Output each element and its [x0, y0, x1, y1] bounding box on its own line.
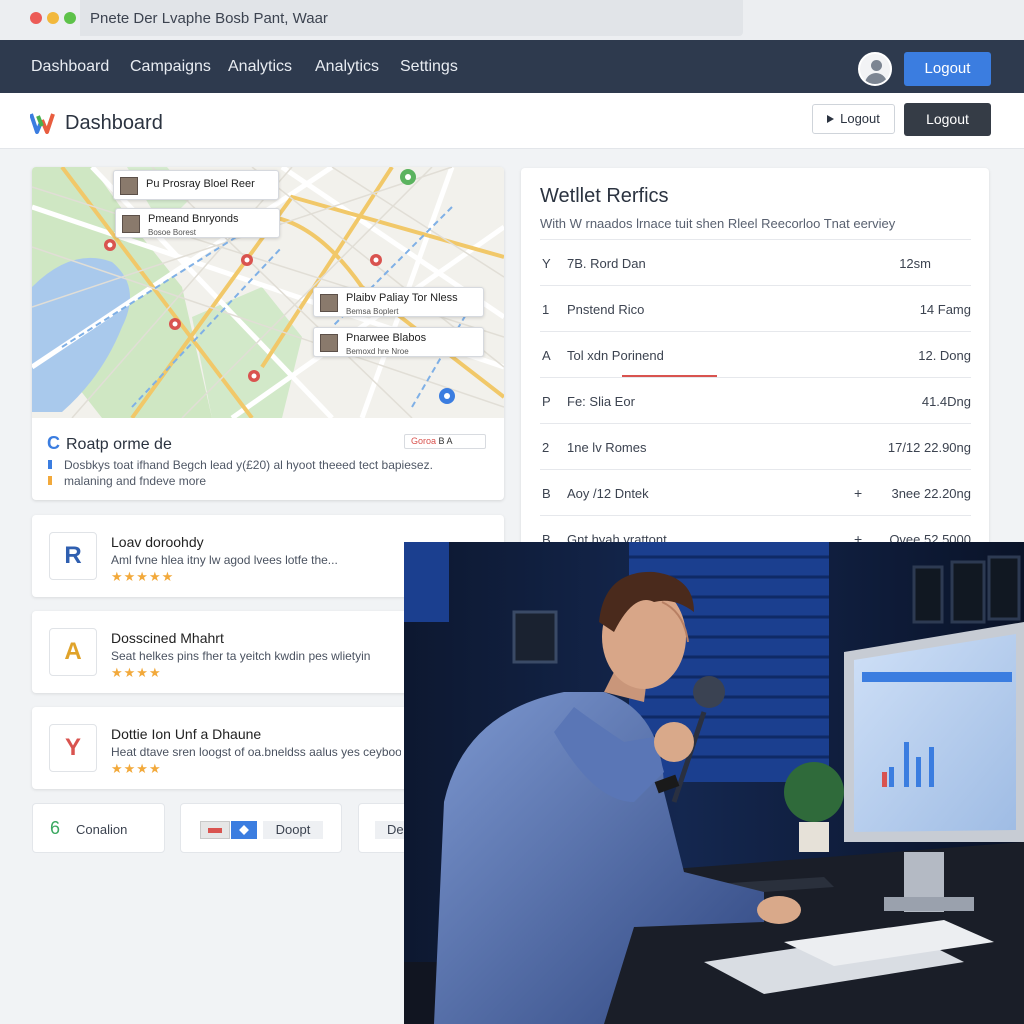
map-location-label[interactable]: Plaibv Paliay Tor Nless Bemsa Boplert — [313, 287, 484, 317]
review-logo-icon: Y — [49, 724, 97, 772]
metric-value: 3nee 22.20ng — [891, 486, 971, 501]
map-location-label[interactable]: Pu Prosray Bloel Reer — [113, 170, 279, 200]
metric-key: A — [542, 348, 551, 363]
nav-dashboard[interactable]: Dashboard — [31, 58, 109, 76]
review-text: Heat dtave sren loogst of oa.bneldss aal… — [111, 745, 401, 759]
metric-value: 14 Famg — [919, 302, 971, 317]
nav-campaigns[interactable]: Campaigns — [130, 58, 211, 76]
user-avatar[interactable] — [858, 52, 892, 86]
condition-button[interactable]: 6 Conalion — [32, 803, 165, 853]
map-info-title: C Roatp orme de — [47, 433, 172, 454]
map-info-title-text: Roatp orme de — [66, 436, 172, 453]
map-status-pill[interactable]: Goroa B A — [404, 434, 486, 449]
metric-row[interactable]: 2 1ne lv Romes 17/12 22.90ng — [540, 423, 971, 469]
desc-line-1: Dosbkys toat ifhand Begch lead y(£20) al… — [64, 458, 433, 472]
metric-key: Y — [542, 256, 551, 271]
metric-label: 1ne lv Romes — [567, 440, 647, 455]
map-label-subtitle: Bemoxd hre Nroe — [346, 347, 409, 356]
office-photo — [404, 542, 1024, 1024]
map-label-title: Pnarwee Blabos — [346, 332, 427, 344]
metric-value: 17/12 22.90ng — [887, 440, 971, 455]
metric-label: Tol xdn Porinend — [567, 348, 664, 363]
metric-value: 12. Dong — [918, 348, 971, 363]
metric-key: 1 — [542, 302, 550, 317]
metric-label: 7B. Rord Dan — [567, 256, 646, 271]
review-logo-icon: R — [49, 532, 97, 580]
plus-icon: + — [854, 485, 863, 501]
app-logo-icon — [30, 113, 55, 134]
location-thumbnail — [120, 177, 138, 195]
metric-value: 41.4Dng — [921, 394, 971, 409]
metric-key: P — [542, 394, 551, 409]
map-label-title: Pu Prosray Bloel Reer — [146, 178, 255, 190]
page-header: Dashboard Logout Logout — [0, 93, 1024, 149]
pill-text: B A — [438, 436, 453, 446]
metric-key: 2 — [542, 440, 550, 455]
metric-row[interactable]: A Tol xdn Porinend 12. Dong — [540, 331, 971, 377]
map-location-label[interactable]: Pnarwee Blabos Bemoxd hre Nroe — [313, 327, 484, 357]
review-title: Dottie Ion Unf a Dhaune — [111, 726, 262, 742]
metric-value: 12sm — [899, 256, 931, 271]
minimize-window-dot[interactable] — [47, 12, 59, 24]
address-bar[interactable]: Pnete Der Lvaphe Bosb Pant, Waar — [80, 0, 743, 36]
browser-chrome: Pnete Der Lvaphe Bosb Pant, Waar — [0, 0, 1024, 40]
metrics-subtitle: With W rnaados lrnace tuit shen Rleel Re… — [540, 216, 896, 231]
condition-number: 6 — [50, 818, 61, 838]
map-description: Dosbkys toat ifhand Begch lead y(£20) al… — [48, 457, 488, 489]
doopt-label: Doopt — [263, 821, 323, 839]
map-label-title: Pmeand Bnryonds — [148, 213, 239, 225]
play-icon — [827, 115, 835, 123]
star-rating: ★★★★ — [111, 761, 162, 776]
review-title: Loav doroohdy — [111, 534, 204, 550]
user-icon — [871, 60, 882, 71]
star-rating: ★★★★ — [111, 665, 162, 680]
location-c-icon: C — [47, 433, 60, 453]
location-thumbnail — [320, 294, 338, 312]
bullet-icon — [48, 476, 52, 485]
man-at-computer-illustration — [404, 542, 1024, 1024]
nav-analytics[interactable]: Analytics — [228, 58, 292, 76]
map-view[interactable]: Pu Prosray Bloel Reer Pmeand Bnryonds Bo… — [32, 167, 504, 418]
metric-key: B — [542, 486, 551, 501]
metric-label: Aoy /12 Dntek — [567, 486, 649, 501]
metric-row[interactable]: 1 Pnstend Rico 14 Famg — [540, 285, 971, 331]
desc-line-2: malaning and fndeve more — [64, 474, 207, 488]
review-text: Aml fvne hlea itny lw agod lvees lotfe t… — [111, 553, 338, 567]
metric-row[interactable]: Y 7B. Rord Dan 12sm — [540, 239, 971, 285]
metric-row[interactable]: P Fe: Slia Eor 41.4Dng — [540, 377, 971, 423]
metric-label: Fe: Slia Eor — [567, 394, 635, 409]
map-label-subtitle: Bosoe Borest — [148, 228, 197, 237]
logout-dark-button[interactable]: Logout — [904, 103, 991, 136]
logout-outline-button[interactable]: Logout — [812, 104, 895, 134]
location-thumbnail — [122, 215, 140, 233]
nav-logout-button[interactable]: Logout — [904, 52, 991, 86]
metrics-title: Wetllet Rerfics — [540, 185, 669, 207]
nav-analytics-2[interactable]: Analytics — [315, 58, 379, 76]
doopt-button[interactable]: Doopt — [180, 803, 342, 853]
condition-label: Conalion — [76, 822, 128, 837]
shield-icon — [231, 821, 257, 839]
bullet-icon — [48, 460, 52, 469]
review-logo-icon: A — [49, 628, 97, 676]
pill-prefix: Goroa — [411, 436, 437, 446]
star-rating: ★★★★★ — [111, 569, 175, 584]
metric-label: Pnstend Rico — [567, 302, 645, 317]
metrics-panel: Wetllet Rerfics With W rnaados lrnace tu… — [521, 168, 989, 548]
map-label-title: Plaibv Paliay Tor Nless — [346, 292, 458, 304]
close-window-dot[interactable] — [30, 12, 42, 24]
flag-icon — [200, 821, 230, 839]
map-card: Pu Prosray Bloel Reer Pmeand Bnryonds Bo… — [32, 167, 504, 500]
map-label-subtitle: Bemsa Boplert — [346, 307, 399, 316]
review-title: Dosscined Mhahrt — [111, 630, 224, 646]
maximize-window-dot[interactable] — [64, 12, 76, 24]
nav-settings[interactable]: Settings — [400, 58, 458, 76]
review-text: Seat helkes pins fher ta yeitch kwdin pe… — [111, 649, 371, 663]
metric-row[interactable]: B Aoy /12 Dntek + 3nee 22.20ng — [540, 469, 971, 515]
location-thumbnail — [320, 334, 338, 352]
map-location-label[interactable]: Pmeand Bnryonds Bosoe Borest — [115, 208, 280, 238]
logout-outline-label: Logout — [840, 111, 880, 126]
page-title: Dashboard — [65, 112, 163, 134]
